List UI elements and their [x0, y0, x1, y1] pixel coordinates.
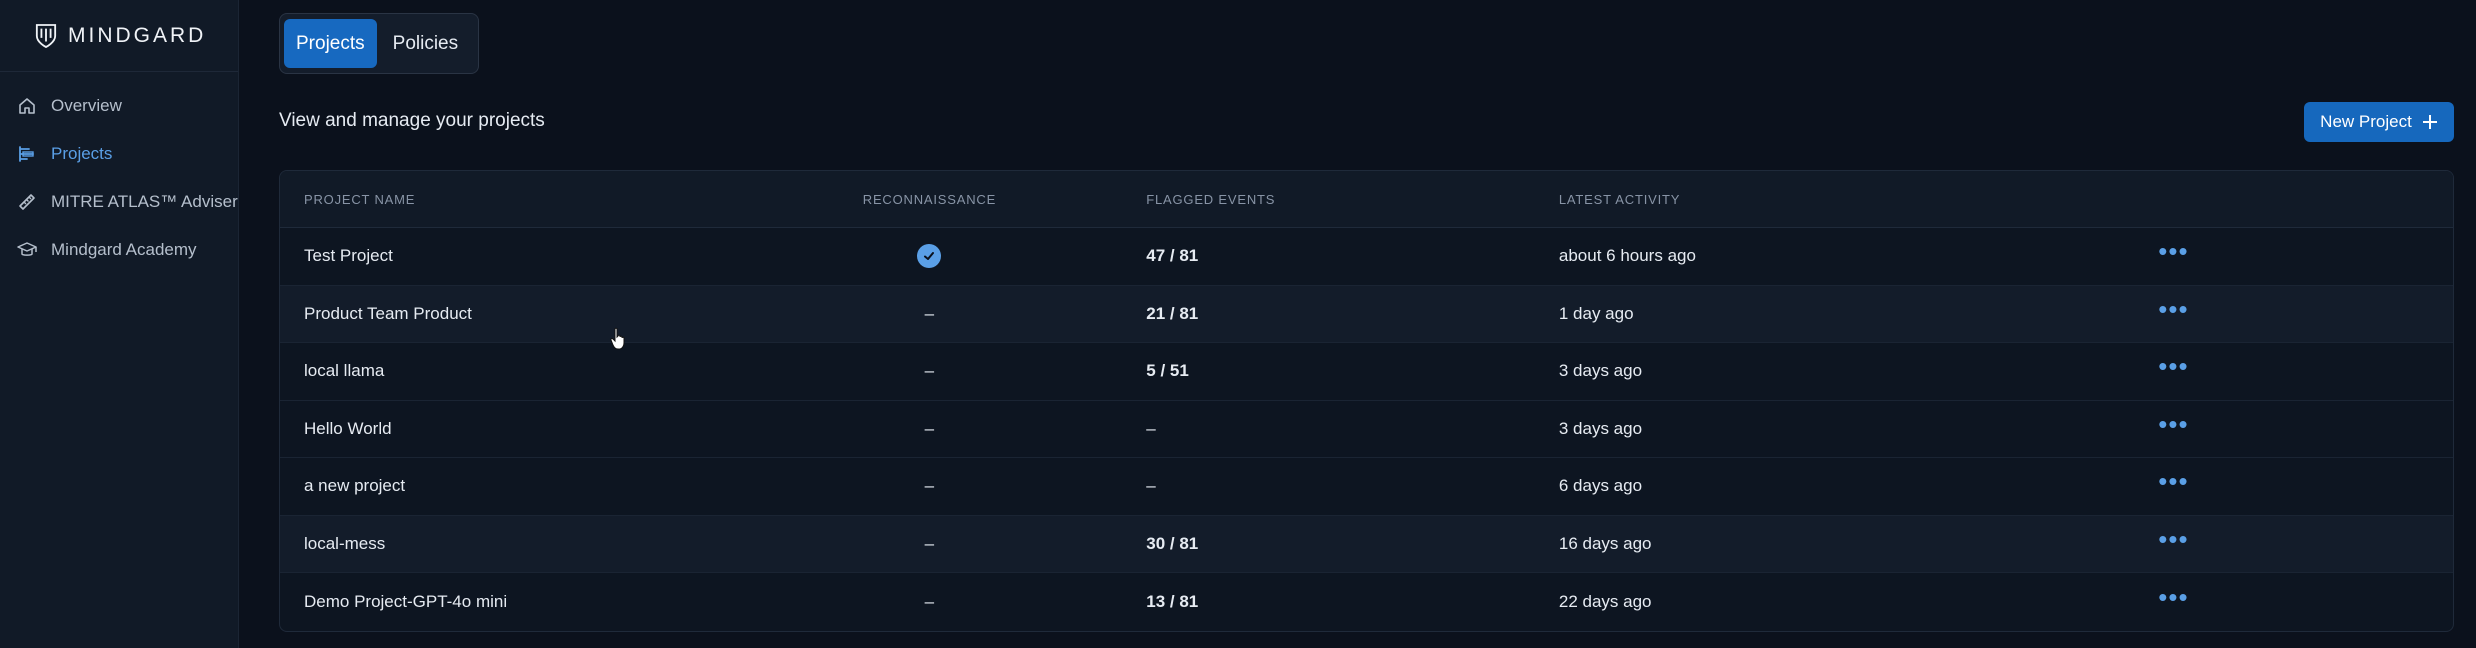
sidebar-item-overview[interactable]: Overview — [0, 82, 238, 130]
home-icon — [16, 95, 38, 117]
sidebar-item-mindgard-academy[interactable]: Mindgard Academy — [0, 226, 238, 274]
reconnaissance-cell: – — [924, 591, 935, 611]
page-subtitle: View and manage your projects — [279, 110, 545, 131]
new-project-button[interactable]: New Project — [2304, 102, 2454, 142]
new-project-label: New Project — [2320, 112, 2412, 131]
sidebar: MINDGARD Overview Projects MITRE ATLAS™ … — [0, 0, 239, 648]
reconnaissance-cell: – — [924, 476, 935, 496]
reconnaissance-cell — [780, 228, 1080, 285]
table-header: PROJECT NAME RECONNAISSANCE FLAGGED EVEN… — [280, 171, 2453, 228]
reconnaissance-cell: – — [924, 533, 935, 553]
reconnaissance-cell: – — [924, 418, 935, 438]
project-name[interactable]: local-mess — [280, 516, 780, 573]
latest-activity: 6 days ago — [1558, 476, 1643, 496]
row-actions[interactable]: ••• — [2158, 573, 2453, 631]
flagged-events: 21 / 81 — [1146, 303, 1199, 323]
flagged-events: – — [1146, 418, 1156, 438]
graduation-cap-icon — [16, 239, 38, 261]
project-name[interactable]: Product Team Product — [280, 286, 780, 343]
table-row[interactable]: Product Team Product – 21 / 81 1 day ago… — [280, 285, 2453, 343]
table-row[interactable]: Demo Project-GPT-4o mini – 13 / 81 22 da… — [280, 573, 2453, 631]
header-actions — [2158, 171, 2453, 227]
reconnaissance-cell: – — [924, 361, 935, 381]
row-actions[interactable]: ••• — [2158, 228, 2453, 285]
flagged-events: 47 / 81 — [1146, 246, 1199, 266]
row-actions[interactable]: ••• — [2158, 401, 2453, 458]
projects-icon — [16, 143, 38, 165]
hand-pointer-cursor-icon — [610, 327, 625, 350]
header-flagged-events[interactable]: FLAGGED EVENTS — [1079, 171, 1559, 227]
table-row[interactable]: Hello World – – 3 days ago ••• — [280, 401, 2453, 458]
table-row[interactable]: local llama – 5 / 51 3 days ago ••• — [280, 343, 2453, 401]
more-options-icon[interactable]: ••• — [2158, 238, 2188, 274]
flagged-events: 5 / 51 — [1146, 361, 1189, 381]
row-actions[interactable]: ••• — [2158, 286, 2453, 343]
flagged-events: 13 / 81 — [1146, 591, 1199, 611]
latest-activity: 1 day ago — [1558, 303, 1634, 323]
table-row[interactable]: Test Project 47 / 81 about 6 hours ago •… — [280, 228, 2453, 286]
more-options-icon[interactable]: ••• — [2158, 296, 2188, 332]
sidebar-item-mitre-atlas-adviser[interactable]: MITRE ATLAS™ Adviser — [0, 178, 238, 226]
brand-logo[interactable]: MINDGARD — [0, 0, 238, 72]
sidebar-item-label: Mindgard Academy — [51, 240, 197, 259]
row-actions[interactable]: ••• — [2158, 516, 2453, 573]
header-latest-activity[interactable]: LATEST ACTIVITY — [1559, 171, 2158, 227]
header-reconnaissance[interactable]: RECONNAISSANCE — [780, 171, 1080, 227]
row-actions[interactable]: ••• — [2158, 343, 2453, 400]
reconnaissance-cell: – — [924, 303, 935, 323]
table-row[interactable]: local-mess – 30 / 81 16 days ago ••• — [280, 515, 2453, 573]
check-circle-icon — [917, 244, 942, 269]
latest-activity: about 6 hours ago — [1558, 246, 1696, 266]
latest-activity: 3 days ago — [1558, 361, 1643, 381]
project-name[interactable]: a new project — [280, 458, 780, 515]
project-name[interactable]: Hello World — [280, 401, 780, 458]
more-options-icon[interactable]: ••• — [2158, 411, 2188, 447]
view-tabs: Projects Policies — [279, 13, 479, 74]
table-row[interactable]: a new project – – 6 days ago ••• — [280, 458, 2453, 516]
project-name[interactable]: Demo Project-GPT-4o mini — [280, 573, 780, 631]
row-actions[interactable]: ••• — [2158, 458, 2453, 515]
project-name[interactable]: local llama — [280, 343, 780, 400]
flagged-events: 30 / 81 — [1146, 533, 1199, 553]
flagged-events: – — [1146, 476, 1156, 496]
more-options-icon[interactable]: ••• — [2158, 526, 2188, 562]
more-options-icon[interactable]: ••• — [2158, 353, 2188, 389]
more-options-icon[interactable]: ••• — [2158, 468, 2188, 504]
sidebar-item-label: MITRE ATLAS™ Adviser — [51, 192, 238, 211]
projects-table: PROJECT NAME RECONNAISSANCE FLAGGED EVEN… — [279, 170, 2454, 632]
sidebar-item-label: Projects — [51, 144, 113, 163]
ruler-icon — [16, 191, 38, 213]
main-content: Projects Policies View and manage your p… — [239, 0, 2476, 648]
more-options-icon[interactable]: ••• — [2158, 584, 2188, 620]
brand-name: MINDGARD — [68, 23, 207, 47]
tab-policies[interactable]: Policies — [381, 19, 470, 68]
shield-logo-icon — [34, 22, 58, 50]
sidebar-item-projects[interactable]: Projects — [0, 130, 238, 178]
sidebar-item-label: Overview — [51, 96, 122, 115]
latest-activity: 16 days ago — [1558, 533, 1652, 553]
app-root: MINDGARD Overview Projects MITRE ATLAS™ … — [0, 0, 2476, 648]
latest-activity: 22 days ago — [1558, 591, 1652, 611]
tab-projects[interactable]: Projects — [284, 19, 377, 68]
sidebar-nav: Overview Projects MITRE ATLAS™ Adviser M… — [0, 72, 238, 274]
project-name[interactable]: Test Project — [280, 228, 780, 285]
plus-icon — [2422, 115, 2437, 129]
header-project-name[interactable]: PROJECT NAME — [280, 171, 780, 227]
latest-activity: 3 days ago — [1558, 418, 1643, 438]
